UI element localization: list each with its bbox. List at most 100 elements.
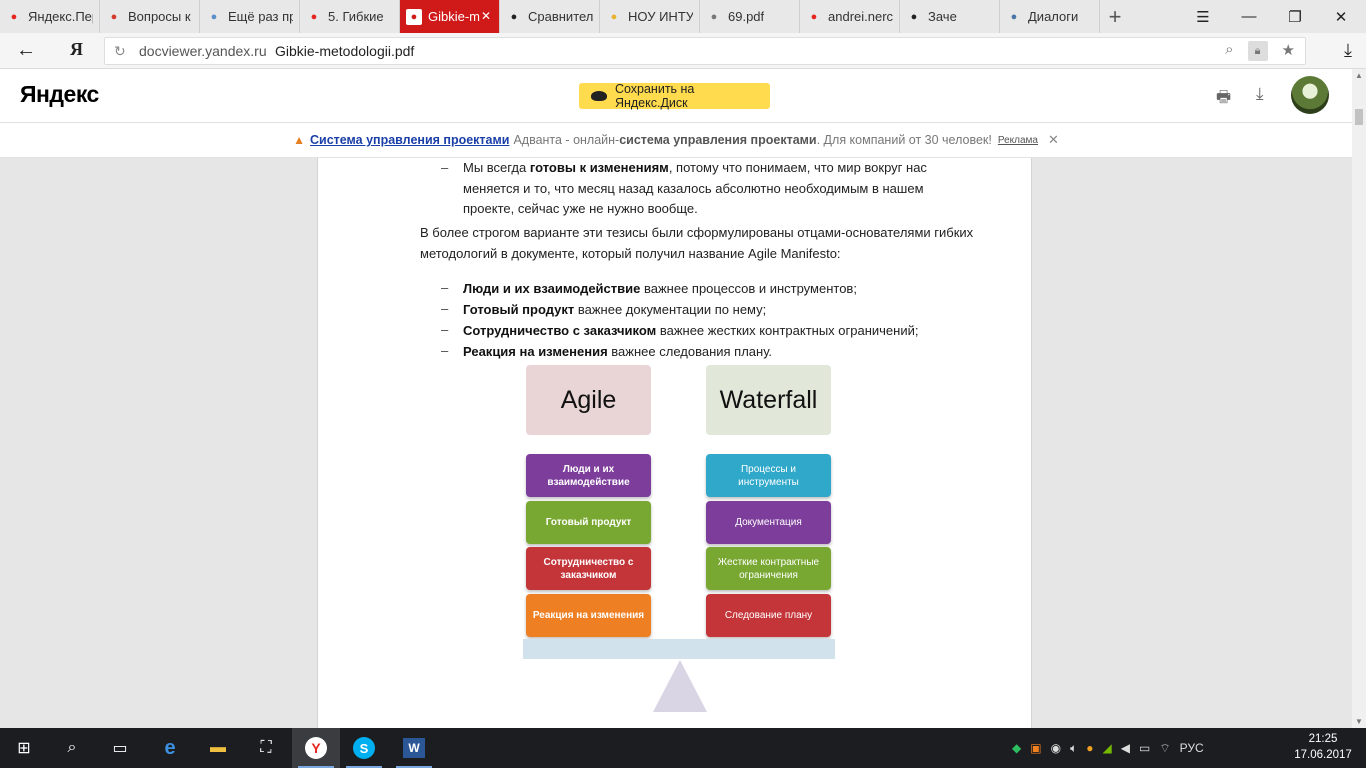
word-icon[interactable]: W [390, 728, 438, 768]
value-box: Процессы и инструменты [706, 454, 831, 497]
skype-icon[interactable]: S [340, 728, 388, 768]
scroll-up-icon[interactable]: ▲ [1355, 71, 1363, 80]
search-icon[interactable]: ⌕ [1225, 41, 1233, 61]
volume-small-icon[interactable]: 🔈︎ [1070, 741, 1077, 756]
yandex-browser-icon: ● [10, 10, 18, 23]
value-box: Жесткие контрактные ограничения [706, 547, 831, 590]
ad-banner: ▲ Система управления проектами Адванта -… [0, 123, 1352, 158]
scrollbar[interactable]: ▲ ▼ [1352, 69, 1366, 728]
tab-label: Яндекс.Пер [28, 9, 93, 24]
document-area: – Мы всегда готовы к изменениям, потому … [0, 158, 1352, 728]
scroll-thumb[interactable] [1355, 109, 1363, 125]
save-to-disk-label: Сохранить на Яндекс.Диск [614, 82, 695, 110]
gmail-icon: ● [110, 10, 118, 23]
clock[interactable]: 21:25 17.06.2017 [1290, 731, 1356, 763]
battery-icon[interactable]: ▭ [1139, 741, 1150, 755]
system-tray: ◆ ▣ ◉ 🔈︎ ● ◢ ◀ ▭ ⌔ РУС [1012, 728, 1204, 768]
tab[interactable]: ● Gibkie-m ✕ [400, 0, 500, 33]
maximize-button[interactable]: ❐ [1272, 0, 1318, 33]
tab[interactable]: ● Сравнител [500, 0, 600, 33]
h-site-icon: ● [210, 10, 218, 23]
avast-tray-icon[interactable]: ● [1086, 741, 1093, 755]
paragraph: В более строгом варианте эти тезисы были… [420, 225, 974, 261]
restore-button[interactable]: — [1226, 0, 1272, 33]
back-arrow-icon[interactable]: ← [16, 39, 40, 63]
document-icon: ● [710, 10, 718, 23]
tab-label: Заче [928, 9, 957, 24]
save-to-disk-button[interactable]: Сохранить на Яндекс.Диск [579, 82, 770, 110]
value-box: Следование плану [706, 593, 831, 637]
yandex-home-button[interactable]: Я [70, 39, 83, 60]
windows-start-icon[interactable]: ⊞ [0, 728, 48, 768]
task-view-icon[interactable]: ▭ [96, 728, 144, 768]
tab[interactable]: ● Ещё раз пр [200, 0, 300, 33]
network-tray-icon[interactable]: ◉ [1051, 741, 1061, 755]
address-bar: ← Я ↻ docviewer.yandex.ru Gibkie-metodol… [0, 33, 1366, 69]
pdf-page: – Мы всегда готовы к изменениям, потому … [317, 158, 1032, 728]
url-host: docviewer.yandex.ru [139, 43, 267, 59]
close-tab-icon[interactable]: ✕ [481, 9, 491, 23]
tab[interactable]: ● Диалоги [1000, 0, 1100, 33]
avatar[interactable] [1291, 76, 1329, 114]
tab[interactable]: ● andrei.nerc [800, 0, 900, 33]
lock-icon[interactable]: 🔒︎ [1247, 41, 1268, 61]
new-tab-button[interactable]: + [1100, 0, 1130, 33]
tab-label: andrei.nerc [828, 9, 893, 24]
scroll-down-icon[interactable]: ▼ [1355, 717, 1363, 726]
tab[interactable]: ● НОУ ИНТУ [600, 0, 700, 33]
list-dash: – [441, 343, 449, 358]
tab-label: 69.pdf [728, 9, 765, 24]
store-icon[interactable]: ⛶ [242, 728, 290, 768]
ad-mark[interactable]: Реклама [998, 135, 1038, 146]
tab[interactable]: ● 5. Гибкие [300, 0, 400, 33]
scale-fulcrum [653, 660, 707, 712]
list-item-changes: Мы всегда готовы к изменениям, потому чт… [463, 160, 927, 216]
evernote-tray-icon[interactable]: ◆ [1012, 741, 1021, 755]
yandex-icon: ● [310, 10, 318, 23]
list-dash: – [441, 301, 449, 316]
close-window-button[interactable]: ✕ [1318, 0, 1364, 33]
tab[interactable]: ● Заче [900, 0, 1000, 33]
edge-icon[interactable]: e [146, 728, 194, 768]
taskbar: ⊞ ⌕ ▭ e ▬ ⛶ Y S W ◆ ▣ ◉ 🔈︎ ● ◢ ◀ ▭ ⌔ РУС… [0, 728, 1366, 768]
minimize-button[interactable]: ☰ [1180, 0, 1226, 33]
yandex-logo[interactable]: Яндекс [20, 81, 99, 108]
url-page-title: Gibkie-metodologii.pdf [275, 43, 415, 59]
reload-icon[interactable]: ↻ [114, 43, 126, 60]
speaker-icon[interactable]: ◀ [1121, 741, 1130, 755]
ad-link[interactable]: Система управления проектами [310, 133, 509, 147]
wifi-icon[interactable]: ⌔ [1159, 741, 1170, 756]
bookmark-star-icon[interactable]: ★ [1282, 41, 1295, 61]
tab[interactable]: ● 69.pdf [700, 0, 800, 33]
yandex-browser-taskbar-icon[interactable]: Y [292, 728, 340, 768]
tab-strip: ● Яндекс.Пер ● Вопросы к ● Ещё раз пр ● 5. Гибк… [0, 0, 1366, 33]
value-box: Документация [706, 500, 831, 544]
print-icon[interactable]: 🖶︎ [1216, 86, 1231, 113]
value-box: Реакция на изменения [526, 593, 651, 637]
input-language[interactable]: РУС [1180, 741, 1204, 755]
url-field[interactable]: ↻ docviewer.yandex.ru Gibkie-metodologii… [104, 37, 1306, 65]
clock-time: 21:25 [1308, 733, 1338, 745]
tab-label: Gibkie-m [428, 9, 481, 24]
downloads-icon[interactable]: ⤓ [1344, 40, 1352, 61]
disk-icon [591, 91, 607, 101]
waterfall-header: Waterfall [706, 365, 831, 435]
music-icon: ● [810, 10, 818, 23]
list-dash: – [441, 280, 449, 295]
tab[interactable]: ● Вопросы к [100, 0, 200, 33]
search-icon[interactable]: ⌕ [48, 728, 96, 768]
close-icon[interactable]: ✕ [1048, 132, 1059, 148]
tab[interactable]: ● Яндекс.Пер [0, 0, 100, 33]
tab-label: Диалоги [1028, 9, 1079, 24]
list-item: Реакция на изменения важнее следования п… [463, 344, 773, 359]
ad-text-after: . Для компаний от 30 человек! [816, 133, 992, 147]
app-tray-icon[interactable]: ▣ [1030, 741, 1041, 755]
yandex-logo-text: Яндекс [20, 81, 99, 107]
download-icon[interactable]: ⤓ [1256, 84, 1264, 104]
list-dash: – [441, 322, 449, 337]
tab-label: 5. Гибкие [328, 9, 384, 24]
clock-date: 17.06.2017 [1294, 749, 1352, 761]
nvidia-tray-icon[interactable]: ◢ [1103, 741, 1112, 755]
file-explorer-icon[interactable]: ▬ [194, 728, 242, 768]
tab-label: Сравнител [528, 9, 593, 24]
